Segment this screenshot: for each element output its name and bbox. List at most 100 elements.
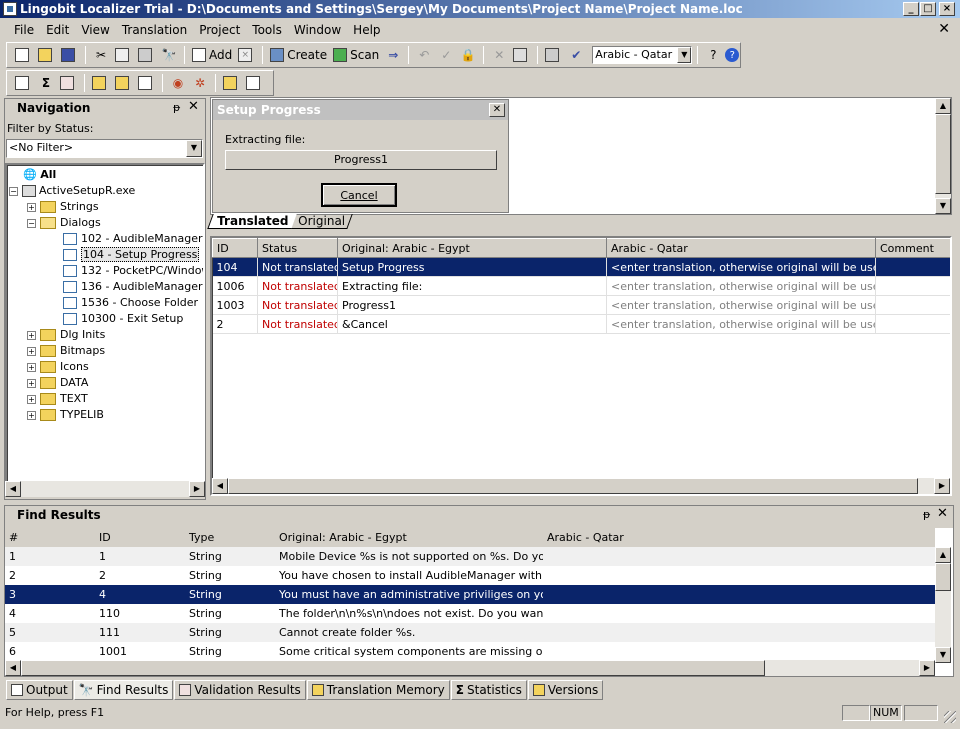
column-header-translation[interactable]: Arabic - Qatar — [606, 238, 876, 258]
lock-icon[interactable]: 🔒 — [458, 44, 478, 66]
paste-icon[interactable] — [136, 44, 157, 66]
expand-icon[interactable]: + — [27, 394, 36, 404]
find-icon[interactable]: 🔭 — [159, 44, 179, 66]
resize-grip-icon[interactable] — [944, 711, 956, 723]
cell-translation[interactable]: <enter translation, otherwise original w… — [606, 257, 876, 277]
cell-original[interactable]: Progress1 — [337, 295, 607, 315]
tree-item-dialog[interactable]: 136 - AudibleManager Lic — [9, 279, 203, 295]
close-button[interactable]: × — [939, 2, 955, 16]
context-help-icon[interactable]: ? — [703, 44, 723, 66]
import-icon[interactable] — [221, 72, 242, 94]
resource-tree[interactable]: 🌐 All − ActiveSetupR.exe + Strings − Dialog… — [5, 163, 205, 485]
help-icon[interactable]: ? — [725, 48, 740, 62]
find-results-list[interactable]: # ID Type Original: Arabic - Egypt Arabi… — [5, 528, 953, 676]
sigma-icon[interactable]: Σ — [36, 72, 56, 94]
chevron-down-icon[interactable]: ▼ — [186, 140, 202, 157]
pin-icon[interactable]: ᵽ — [923, 508, 930, 521]
column-header-original[interactable]: Original: Arabic - Egypt — [275, 528, 543, 547]
cell-status[interactable]: Not translated — [257, 257, 338, 277]
menu-file[interactable]: File — [8, 20, 40, 40]
tree-item-all[interactable]: 🌐 All — [9, 167, 201, 183]
spellcheck-icon[interactable]: ✔ — [566, 44, 586, 66]
grid-hscrollbar[interactable]: ◀ ▶ — [212, 478, 950, 494]
close-icon[interactable]: ✕ — [489, 103, 505, 117]
tab-translated[interactable]: Translated — [207, 214, 297, 229]
scroll-left-icon[interactable]: ◀ — [212, 478, 228, 494]
add-button[interactable]: Add — [190, 44, 234, 66]
tree-item-dialog[interactable]: 102 - AudibleManager Se — [9, 231, 203, 247]
tree-item-strings[interactable]: + Strings — [9, 199, 201, 215]
export-icon[interactable] — [244, 72, 265, 94]
cell-comment[interactable] — [875, 314, 950, 334]
tree-item-dialog[interactable]: 10300 - Exit Setup — [9, 311, 201, 327]
tab-output[interactable]: Output — [6, 680, 73, 700]
tab-statistics[interactable]: Σ Statistics — [450, 680, 527, 700]
scroll-thumb[interactable] — [935, 563, 951, 591]
tab-translation-memory[interactable]: Translation Memory — [306, 680, 450, 700]
scroll-left-icon[interactable]: ◀ — [5, 660, 21, 676]
tab-find-results[interactable]: 🔭 Find Results — [73, 680, 174, 700]
document-icon[interactable] — [136, 72, 157, 94]
find-row-selected[interactable]: 3 4 String You must have an administrative … — [5, 585, 935, 604]
check-icon[interactable]: ✓ — [436, 44, 456, 66]
scroll-right-icon[interactable]: ▶ — [919, 660, 935, 676]
replace-icon[interactable] — [511, 44, 532, 66]
cell-translation[interactable]: <enter translation, otherwise original w… — [606, 276, 876, 296]
tree-item-exe[interactable]: − ActiveSetupR.exe — [9, 183, 201, 199]
cell-status[interactable]: Not translated — [257, 276, 338, 296]
scroll-up-icon[interactable]: ▲ — [935, 547, 951, 563]
scroll-left-icon[interactable]: ◀ — [5, 481, 21, 497]
memory-icon[interactable] — [113, 72, 134, 94]
delete-icon[interactable]: × — [236, 44, 257, 66]
cell-original[interactable]: Extracting file: — [337, 276, 607, 296]
expand-icon[interactable]: + — [27, 410, 36, 420]
column-header-original[interactable]: Original: Arabic - Egypt — [337, 238, 607, 258]
app-icon[interactable] — [3, 2, 17, 16]
collapse-icon[interactable]: − — [27, 218, 36, 228]
find-row[interactable]: 2 2 String You have chosen to install Audib… — [5, 566, 935, 585]
cell-original[interactable]: &Cancel — [337, 314, 607, 334]
cell-id[interactable]: 104 — [212, 257, 258, 277]
find-row[interactable]: 5 111 String Cannot create folder %s. — [5, 623, 935, 642]
language-select[interactable]: Arabic - Qatar ▼ — [592, 46, 693, 64]
menu-window[interactable]: Window — [288, 20, 347, 40]
scroll-down-icon[interactable]: ▼ — [935, 647, 951, 663]
scroll-thumb[interactable] — [935, 114, 951, 194]
undo-icon[interactable]: ↶ — [414, 44, 434, 66]
scroll-down-icon[interactable]: ▼ — [935, 198, 951, 214]
scroll-thumb[interactable] — [228, 478, 918, 494]
tree-item-folder[interactable]: + Icons — [9, 359, 201, 375]
column-header-id[interactable]: ID — [212, 238, 258, 258]
wand-icon[interactable] — [90, 72, 111, 94]
tree-item-dialogs[interactable]: − Dialogs — [9, 215, 201, 231]
cell-comment[interactable] — [875, 276, 950, 296]
save-icon[interactable] — [59, 44, 80, 66]
tree-item-dialog[interactable]: 1536 - Choose Folder — [9, 295, 201, 311]
copy-icon[interactable] — [113, 44, 134, 66]
create-button[interactable]: Create — [268, 44, 329, 66]
cell-status[interactable]: Not translated — [257, 314, 338, 334]
find-row[interactable]: 6 1001 String Some critical system componen… — [5, 642, 935, 661]
menu-edit[interactable]: Edit — [40, 20, 75, 40]
tree-item-folder[interactable]: + DATA — [9, 375, 201, 391]
cell-status[interactable]: Not translated — [257, 295, 338, 315]
tree-item-folder[interactable]: + TYPELIB — [9, 407, 201, 423]
filter-select[interactable]: <No Filter> ▼ — [6, 139, 203, 158]
column-header-type[interactable]: Type — [185, 528, 275, 547]
scroll-thumb[interactable] — [21, 660, 765, 676]
column-header-status[interactable]: Status — [257, 238, 338, 258]
table-row[interactable]: 1006 Not translated Extracting file: <en… — [212, 276, 950, 296]
pin-icon[interactable]: ᵽ — [173, 101, 180, 114]
menu-view[interactable]: View — [75, 20, 115, 40]
expand-icon[interactable]: + — [27, 346, 36, 356]
find-vscrollbar[interactable]: ▲ ▼ — [935, 547, 951, 663]
remove-icon[interactable]: ✕ — [489, 44, 509, 66]
menu-tools[interactable]: Tools — [246, 20, 288, 40]
column-header-number[interactable]: # — [5, 528, 95, 547]
cell-id[interactable]: 1006 — [212, 276, 258, 296]
open-icon[interactable] — [36, 44, 57, 66]
tree-item-folder[interactable]: + Bitmaps — [9, 343, 201, 359]
preview-vscrollbar[interactable]: ▲ ▼ — [935, 98, 951, 214]
column-header-translation[interactable]: Arabic - Qatar — [543, 528, 935, 547]
chart-icon[interactable] — [13, 72, 34, 94]
